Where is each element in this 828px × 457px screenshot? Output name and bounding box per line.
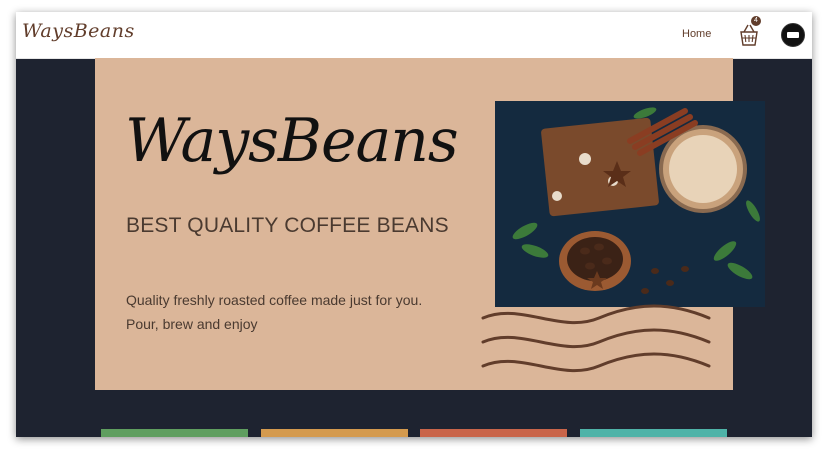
hero-banner: WaysBeans BEST QUALITY COFFEE BEANS Qual… <box>95 58 765 390</box>
hero-description-line-1: Quality freshly roasted coffee made just… <box>126 292 423 308</box>
wave-lines-decoration <box>481 304 711 372</box>
coffee-and-beans-photo <box>495 101 765 307</box>
user-avatar[interactable] <box>781 23 805 47</box>
navbar-logo[interactable]: WaysBeans <box>22 20 135 42</box>
app-window: WaysBeans Home 4 WaysBeans BEST QUALITY … <box>16 12 812 437</box>
product-card-2-top[interactable] <box>261 429 408 437</box>
nav-home-link[interactable]: Home <box>682 28 711 40</box>
cart-count-badge: 4 <box>751 16 761 26</box>
hero-logo: WaysBeans <box>125 106 459 176</box>
top-navbar: WaysBeans Home 4 <box>16 12 812 59</box>
product-card-4-top[interactable] <box>580 429 727 437</box>
product-card-3-top[interactable] <box>420 429 567 437</box>
hero-description-line-2: Pour, brew and enjoy <box>126 316 258 332</box>
avatar-graphic <box>787 32 799 38</box>
hero-tagline: BEST QUALITY COFFEE BEANS <box>126 214 449 237</box>
product-card-1-top[interactable] <box>101 429 248 437</box>
hero-description: Quality freshly roasted coffee made just… <box>126 288 446 336</box>
